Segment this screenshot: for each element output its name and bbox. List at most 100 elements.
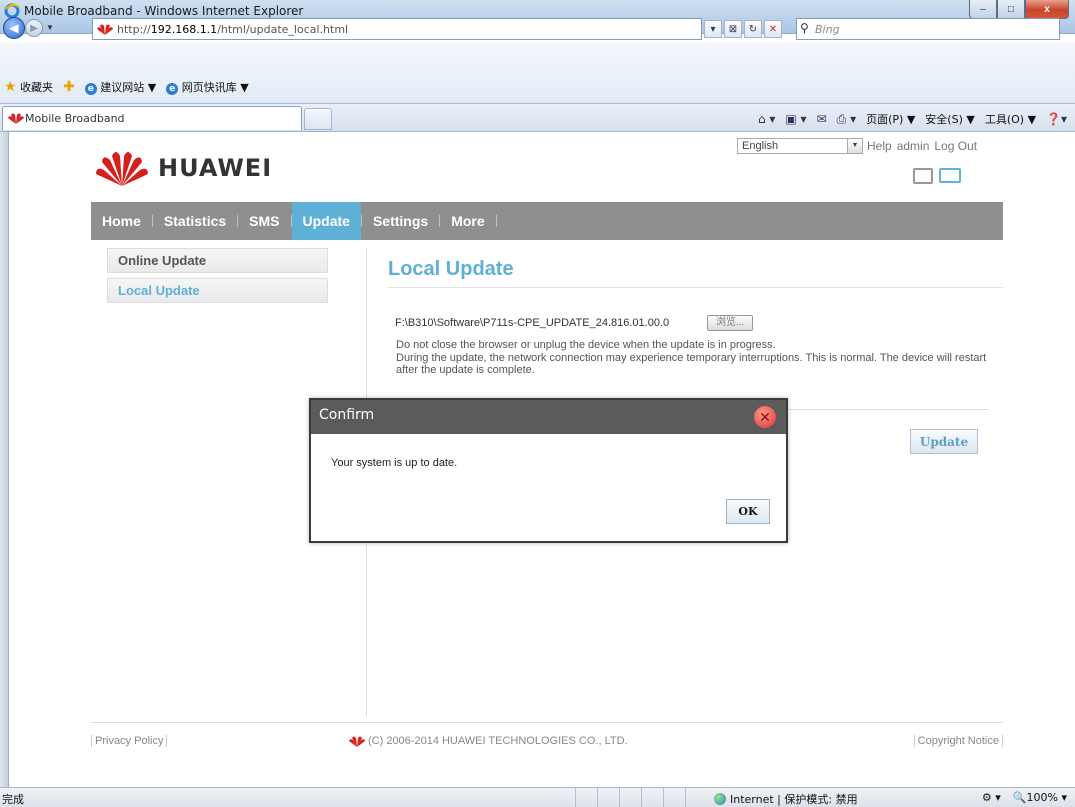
update-notes: Do not close the browser or unplug the d… [396,339,996,377]
favorites-bar: ★ 收藏夹 ✚ e 建议网站 ▼ e 网页快讯库 ▼ [0,42,1075,104]
help-link[interactable]: Help [867,139,892,153]
close-icon: ✕ [759,408,771,425]
compatibility-icon[interactable]: ⊠ [724,20,742,38]
status-pane [641,788,663,807]
dialog-message: Your system is up to date. [331,457,458,469]
copyright-notice-link[interactable]: Copyright Notice [913,735,1003,747]
huawei-favicon-icon [8,113,24,124]
main-nav: Home Statistics SMS Update Settings More [91,202,1003,240]
new-tab-button[interactable] [304,108,332,130]
favorites-button[interactable]: ★ 收藏夹 [4,79,53,95]
dialog-header: Confirm ✕ [311,400,786,434]
footer: Privacy Policy (C) 2006-2014 HUAWEI TECH… [91,735,1003,749]
status-pane [597,788,619,807]
user-label: admin [896,139,930,153]
page-title: Local Update [388,258,514,280]
stop-icon[interactable]: ✕ [764,20,782,38]
address-bar[interactable]: http://192.168.1.1/html/update_local.htm… [92,18,702,40]
security-zone[interactable]: Internet | 保护模式: 禁用 [714,791,858,807]
file-input[interactable]: F:\B310\Software\P711s-CPE_UPDATE_24.816… [395,315,775,331]
zoom-level[interactable]: 🔍100% ▾ [1013,791,1067,804]
maximize-button[interactable]: □ [997,0,1025,19]
top-links: Help admin Log Out [867,139,977,153]
minimize-button[interactable]: – [969,0,997,19]
web-slice-link[interactable]: e 网页快讯库 ▼ [166,79,249,95]
nav-separator [495,215,497,227]
confirm-dialog: Confirm ✕ Your system is up to date. OK [309,398,788,543]
nav-statistics[interactable]: Statistics [153,202,237,240]
status-pane [685,788,707,807]
search-placeholder: Bing [815,23,840,36]
status-pane [663,788,685,807]
privacy-policy-link[interactable]: Privacy Policy [91,735,168,747]
zoom-controls: ⚙ ▾ 🔍100% ▾ [982,791,1067,804]
copyright-text: (C) 2006-2014 HUAWEI TECHNOLOGIES CO., L… [349,735,628,747]
star-icon: ★ [4,79,17,95]
back-button[interactable]: ◀ [3,17,25,39]
dialog-title: Confirm [319,407,375,423]
update-button[interactable]: Update [910,429,978,454]
suggested-sites-link[interactable]: e 建议网站 ▼ [84,79,156,95]
status-bar: 完成 Internet | 保护模式: 禁用 ⚙ ▾ 🔍100% ▾ [0,787,1075,807]
close-window-button[interactable]: x [1025,0,1069,19]
browse-button[interactable]: 浏览... [707,315,754,331]
nav-more[interactable]: More [440,202,495,240]
logout-link[interactable]: Log Out [934,139,977,153]
brand-name: HUAWEI [158,154,273,182]
ie-page-icon: e [84,83,97,95]
print-icon[interactable]: ⎙ ▾ [837,112,856,127]
forward-arrow-icon: ▶ [30,22,38,34]
help-icon[interactable]: ❓▾ [1046,112,1067,126]
sidebar-item-online-update[interactable]: Online Update [107,248,328,273]
forward-button[interactable]: ▶ [25,19,43,37]
device-icons [913,168,961,184]
huawei-small-logo-icon [349,736,365,747]
home-icon[interactable]: ⌂ ▾ [758,112,775,126]
window-controls: – □ x [969,0,1069,20]
nav-update[interactable]: Update [291,202,361,240]
refresh-icon[interactable]: ↻ [744,20,762,38]
footer-divider [91,722,1003,723]
history-dropdown-icon[interactable]: ▼ [46,23,54,32]
sidebar-item-local-update[interactable]: Local Update [107,278,328,303]
nav-settings[interactable]: Settings [362,202,439,240]
tab-row: Mobile Broadband ⌂ ▾ ▣ ▾ ✉ ⎙ ▾ 页面(P) ▼ 安… [0,104,1075,132]
page-viewport: HUAWEI English ▼ Help admin Log Out Home… [8,132,1075,787]
window-title: Mobile Broadband - Windows Internet Expl… [24,4,304,18]
ok-button[interactable]: OK [726,499,770,524]
protected-mode-icon[interactable]: ⚙ ▾ [982,791,1001,804]
ie-page-icon: e [166,83,179,95]
tools-menu[interactable]: 工具(O) ▼ [985,111,1036,127]
dialog-close-button[interactable]: ✕ [754,406,776,428]
monitor-icon[interactable] [939,168,961,183]
dropdown-icon[interactable]: ▾ [704,20,722,38]
title-underline [388,287,1003,288]
url-text: http://192.168.1.1/html/update_local.htm… [117,23,349,36]
search-icon: ⚲ [800,21,809,35]
nav-sms[interactable]: SMS [238,202,290,240]
globe-icon [714,793,726,805]
feeds-icon[interactable]: ▣ ▾ [785,112,806,126]
status-pane [619,788,641,807]
status-panes [575,788,707,807]
command-bar: ⌂ ▾ ▣ ▾ ✉ ⎙ ▾ 页面(P) ▼ 安全(S) ▼ 工具(O) ▼ ❓▾ [758,111,1067,127]
safety-menu[interactable]: 安全(S) ▼ [925,111,975,127]
tablet-icon[interactable] [913,168,933,184]
language-select[interactable]: English ▼ [737,138,863,154]
huawei-favicon-icon [97,24,113,35]
left-edge [0,132,8,787]
chevron-down-icon: ▼ [847,139,862,153]
huawei-flower-icon [96,152,148,186]
mail-icon[interactable]: ✉ [817,112,827,126]
search-input[interactable]: ⚲ Bing [796,18,1060,40]
add-favorite-icon[interactable]: ✚ [63,79,75,95]
nav-home[interactable]: Home [91,202,152,240]
note-line: During the update, the network connectio… [396,351,987,377]
tab-mobile-broadband[interactable]: Mobile Broadband [2,106,302,130]
note-line: Do not close the browser or unplug the d… [396,339,776,351]
address-tools: ▾ ⊠ ↻ ✕ [704,18,782,40]
status-text: 完成 [2,793,24,806]
file-path-field[interactable]: F:\B310\Software\P711s-CPE_UPDATE_24.816… [395,317,707,329]
status-pane [575,788,597,807]
page-menu[interactable]: 页面(P) ▼ [866,111,915,127]
